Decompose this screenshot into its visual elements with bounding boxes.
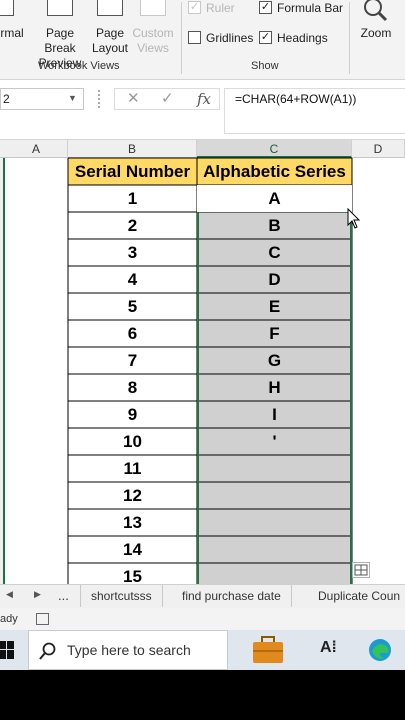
formula-input[interactable]: =CHAR(64+ROW(A1)): [224, 88, 405, 134]
alphabetic-series-cell[interactable]: B: [197, 212, 352, 239]
sheet-tab-find-purchase-date[interactable]: find purchase date: [172, 585, 292, 607]
custom-views-button[interactable]: Custom Views: [130, 0, 176, 56]
formula-bar-label: Formula Bar: [277, 1, 344, 15]
header-cell-alphabetic-series[interactable]: Alphabetic Series: [197, 158, 352, 185]
serial-number-cell[interactable]: 12: [68, 482, 197, 509]
windows-start-icon[interactable]: [0, 641, 14, 659]
scroll-left-icon[interactable]: ◀: [6, 589, 13, 600]
alphabetic-series-cell[interactable]: [197, 482, 352, 509]
serial-number-cell[interactable]: 9: [68, 401, 197, 428]
formula-bar-checkbox[interactable]: ✓ Formula Bar: [259, 0, 343, 16]
page-layout-label-line2: Layout: [91, 41, 129, 55]
gridlines-label: Gridlines: [206, 31, 254, 45]
alphabetic-series-cell[interactable]: [197, 455, 352, 482]
insert-function-icon[interactable]: fx: [197, 89, 211, 109]
serial-number-cell[interactable]: 15: [68, 563, 197, 584]
serial-number-cell[interactable]: 11: [68, 455, 197, 482]
serial-number-cell[interactable]: 7: [68, 347, 197, 374]
normal-view-button[interactable]: rmal: [0, 0, 28, 41]
scroll-right-icon[interactable]: ▶: [34, 589, 41, 600]
serial-number-cell[interactable]: 10: [68, 428, 197, 455]
alphabetic-series-cell[interactable]: F: [197, 320, 352, 347]
headings-checkbox[interactable]: ✓ Headings: [259, 30, 328, 46]
alphabetic-series-cell[interactable]: C: [197, 239, 352, 266]
headings-label: Headings: [277, 31, 328, 45]
ribbon: rmal Page Break Preview Page Layout Cust…: [0, 0, 405, 80]
taskbar: Type here to search A⁞: [0, 630, 405, 670]
magnifier-icon: [364, 0, 388, 22]
taskbar-search-box[interactable]: Type here to search: [28, 630, 228, 670]
formula-bar-grip[interactable]: [98, 90, 100, 108]
ribbon-separator: [181, 2, 182, 74]
zoom-button[interactable]: Zoom: [356, 0, 396, 41]
alphabetic-series-cell[interactable]: G: [197, 347, 352, 374]
cancel-icon[interactable]: ✕: [127, 89, 140, 109]
alphabetic-series-cell[interactable]: [197, 563, 352, 584]
serial-number-cell[interactable]: 2: [68, 212, 197, 239]
page-layout-icon: [97, 0, 123, 16]
zoom-label: Zoom: [360, 26, 392, 40]
cells-layer[interactable]: Serial Number Alphabetic Series 1 A 2 B 3 C 4 D 5 E…: [0, 140, 405, 584]
search-placeholder: Type here to search: [67, 642, 191, 658]
header-cell-serial-number[interactable]: Serial Number: [68, 158, 197, 185]
quick-analysis-icon[interactable]: [352, 562, 370, 578]
serial-number-cell[interactable]: 1: [68, 185, 197, 212]
alphabetic-series-cell[interactable]: I: [197, 401, 352, 428]
serial-number-cell[interactable]: 3: [68, 239, 197, 266]
accessibility-icon[interactable]: [36, 613, 49, 625]
ruler-label: Ruler: [206, 1, 235, 15]
alphabetic-series-cell[interactable]: [197, 509, 352, 536]
more-sheets-button[interactable]: ...: [58, 588, 69, 603]
formula-bar-area: 2 ▼ ✕ ✓ fx =CHAR(64+ROW(A1)): [0, 80, 405, 140]
status-bar: ady: [0, 608, 405, 630]
ruler-checkbox[interactable]: ✓ Ruler: [188, 0, 235, 16]
serial-number-cell[interactable]: 13: [68, 509, 197, 536]
show-group-label: Show: [251, 60, 279, 72]
serial-number-cell[interactable]: 14: [68, 536, 197, 563]
gridlines-checkbox[interactable]: Gridlines: [188, 30, 253, 46]
headings-check-box: ✓: [259, 31, 272, 44]
page-break-preview-icon: [47, 0, 73, 16]
search-icon: [39, 642, 56, 660]
alphabetic-series-cell[interactable]: E: [197, 293, 352, 320]
alphabetic-series-cell[interactable]: A: [197, 185, 352, 212]
custom-views-label-line1: Custom: [132, 26, 174, 40]
briefcase-icon[interactable]: [252, 636, 284, 664]
status-text: ady: [0, 613, 18, 625]
cursor-pointer-icon: [347, 208, 361, 229]
worksheet-grid[interactable]: A B C D Serial Number Alphabetic Series 1 A…: [0, 140, 405, 584]
custom-views-label-line2: Views: [137, 41, 169, 55]
formula-bar-check-box: ✓: [259, 1, 272, 14]
alphabetic-series-cell[interactable]: [197, 536, 352, 563]
sheet-tab-shortcutsss[interactable]: shortcutsss: [80, 585, 163, 607]
alphabetic-series-cell[interactable]: ': [197, 428, 352, 455]
formula-controls: ✕ ✓ fx: [114, 88, 220, 110]
workbook-views-group-label: Workbook Views: [38, 60, 120, 72]
chevron-down-icon[interactable]: ▼: [68, 88, 77, 108]
page-layout-button[interactable]: Page Layout: [90, 0, 130, 56]
alphabetic-series-cell[interactable]: H: [197, 374, 352, 401]
ruler-check-box: ✓: [188, 1, 201, 14]
serial-number-cell[interactable]: 5: [68, 293, 197, 320]
page-layout-label-line1: Page: [95, 26, 125, 40]
serial-number-cell[interactable]: 6: [68, 320, 197, 347]
normal-view-label: rmal: [0, 26, 24, 40]
ribbon-separator: [349, 2, 350, 74]
custom-views-icon: [140, 0, 166, 16]
enter-icon[interactable]: ✓: [161, 89, 174, 109]
sheet-tabs-bar: ◀ ▶ ... shortcutsss find purchase date D…: [0, 584, 405, 608]
edge-browser-icon[interactable]: [368, 638, 392, 662]
normal-view-icon: [0, 0, 14, 16]
page-break-preview-label-line1: Page Break: [44, 26, 76, 55]
alphabetic-series-cell[interactable]: D: [197, 266, 352, 293]
serial-number-cell[interactable]: 4: [68, 266, 197, 293]
gridlines-check-box: [188, 31, 201, 44]
sheet-tab-duplicate-count[interactable]: Duplicate Coun: [308, 585, 405, 607]
serial-number-cell[interactable]: 8: [68, 374, 197, 401]
ai-icon[interactable]: A⁞: [320, 639, 337, 657]
